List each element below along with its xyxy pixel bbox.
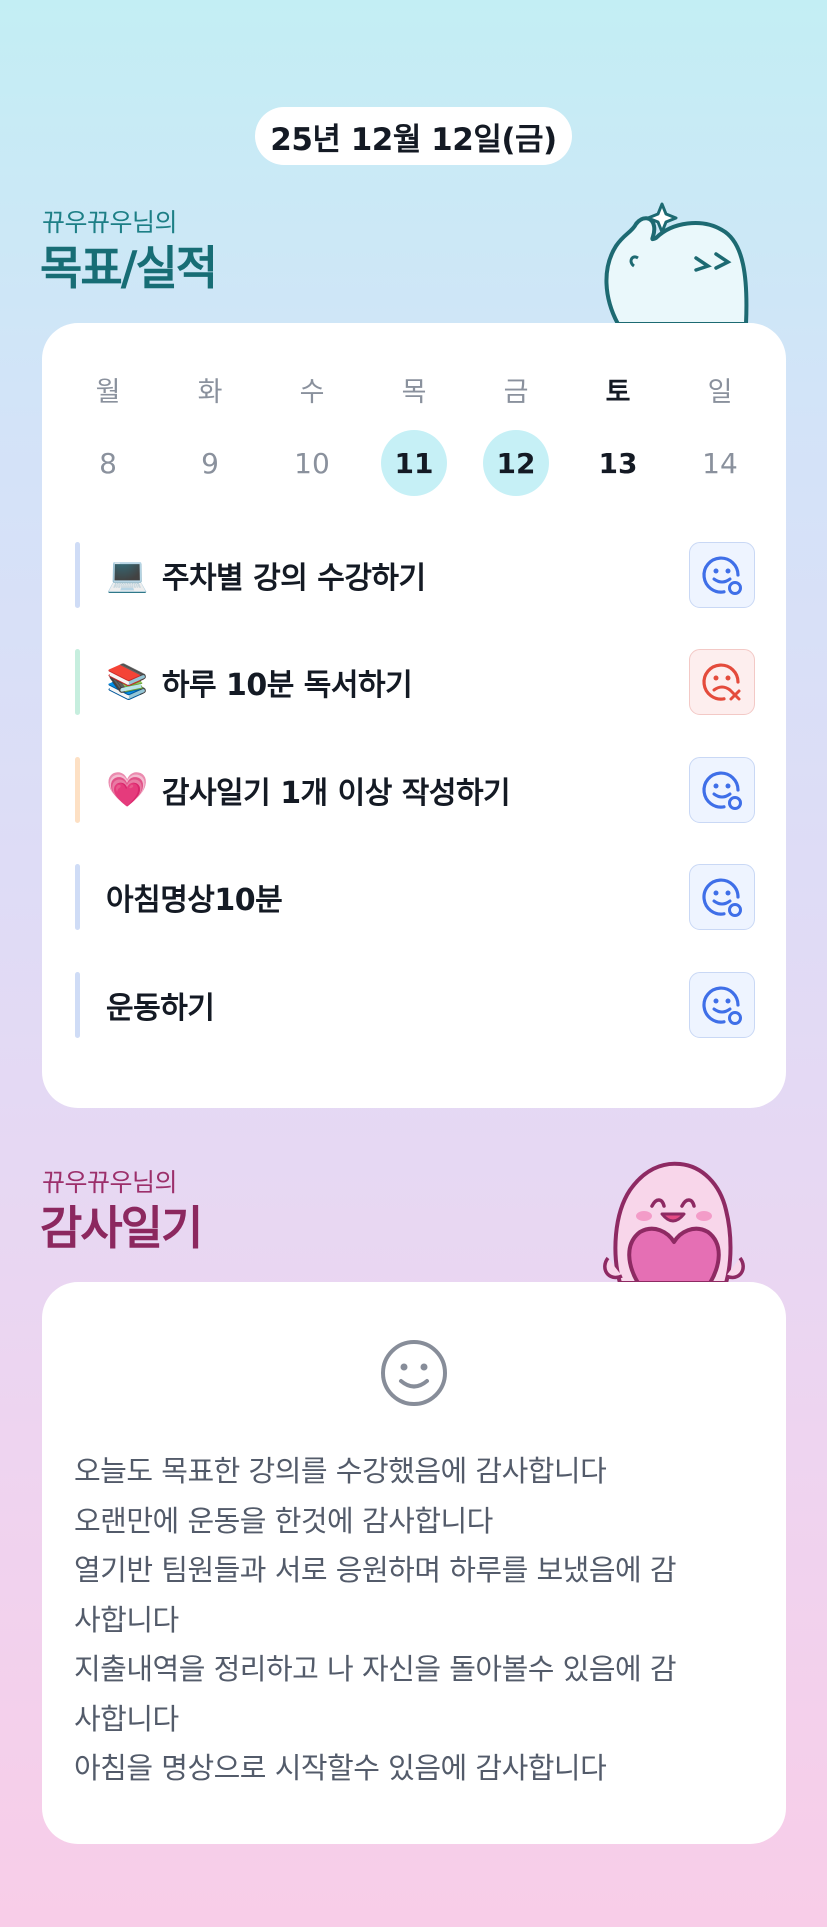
- weekday-label: 금: [503, 376, 529, 408]
- weekday-label: 토: [605, 376, 631, 408]
- ghost-character-image: [604, 202, 749, 324]
- diary-section-title: 감사일기: [40, 1201, 203, 1255]
- date-cell[interactable]: 11: [381, 430, 447, 496]
- date-cell[interactable]: 13: [585, 430, 651, 496]
- goal-item[interactable]: 아침명상10분: [75, 864, 755, 930]
- weekday-label: 수: [299, 376, 325, 408]
- date-cell[interactable]: 8: [75, 430, 141, 496]
- goal-label: 아침명상10분: [106, 883, 283, 918]
- diary-line: 사합니다: [74, 1701, 179, 1736]
- goal-label: 하루 10분 독서하기: [161, 668, 413, 703]
- weekday-label: 목: [401, 376, 427, 408]
- date-cell[interactable]: 9: [177, 430, 243, 496]
- date-cell[interactable]: 10: [279, 430, 345, 496]
- goal-emoji-icon: 💻: [106, 555, 148, 595]
- diary-card: 오늘도 목표한 강의를 수강했음에 감사합니다오랜만에 운동을 한것에 감사합니…: [42, 1282, 786, 1844]
- goal-label-row: 📚 하루 10분 독서하기: [106, 649, 413, 715]
- diary-line: 오늘도 목표한 강의를 수강했음에 감사합니다: [74, 1454, 607, 1488]
- goal-label-row: 아침명상10분: [106, 864, 283, 930]
- diary-line: 오랜만에 운동을 한것에 감사합니다: [74, 1503, 493, 1538]
- goal-label: 감사일기 1개 이상 작성하기: [161, 776, 511, 811]
- goal-success-button[interactable]: [689, 757, 755, 823]
- goal-label-row: 운동하기: [106, 972, 215, 1038]
- smile-check-icon: [702, 878, 742, 917]
- goal-color-bar: [75, 757, 80, 823]
- date-pill[interactable]: 25년 12월 12일(금): [255, 107, 572, 165]
- smiley-icon: [381, 1340, 447, 1406]
- goal-item[interactable]: 💗 감사일기 1개 이상 작성하기: [75, 757, 755, 823]
- goal-fail-button[interactable]: [689, 649, 755, 715]
- date-cell[interactable]: 12: [483, 430, 549, 496]
- smile-check-icon: [702, 771, 742, 810]
- goal-section-title: 목표/실적: [40, 241, 218, 295]
- goal-color-bar: [75, 972, 80, 1038]
- goal-success-button[interactable]: [689, 972, 755, 1038]
- goal-item[interactable]: 📚 하루 10분 독서하기: [75, 649, 755, 715]
- goal-color-bar: [75, 649, 80, 715]
- diary-line: 사합니다: [74, 1602, 179, 1637]
- date-cell[interactable]: 14: [687, 430, 753, 496]
- diary-content: 오늘도 목표한 강의를 수강했음에 감사합니다오랜만에 운동을 한것에 감사합니…: [74, 1447, 764, 1794]
- goal-color-bar: [75, 542, 80, 608]
- weekday-label: 화: [197, 376, 223, 408]
- diary-line: 지출내역을 정리하고 나 자신을 돌아볼수 있음에 감: [74, 1652, 677, 1686]
- smile-check-icon: [702, 556, 742, 595]
- smile-check-icon: [702, 986, 742, 1025]
- diary-line: 아침을 명상으로 시작할수 있음에 감사합니다: [74, 1751, 607, 1785]
- date-label: 25년 12월 12일(금): [270, 121, 557, 158]
- goal-success-button[interactable]: [689, 542, 755, 608]
- goal-emoji-icon: 💗: [106, 770, 148, 810]
- goal-color-bar: [75, 864, 80, 930]
- diary-line: 열기반 팀원들과 서로 응원하며 하루를 보냈음에 감: [74, 1553, 677, 1587]
- goal-card: 월 화 수 목 금 토 일 8 9 10 11 12 13 14 💻 주차별 강의 수강하기 📚 하루 10분…: [42, 323, 786, 1108]
- goal-emoji-icon: 📚: [106, 662, 148, 702]
- heart-character-image: [603, 1161, 745, 1283]
- sad-x-icon: [702, 663, 741, 701]
- goal-label-row: 💗 감사일기 1개 이상 작성하기: [106, 757, 511, 823]
- goal-success-button[interactable]: [689, 864, 755, 930]
- goal-label: 주차별 강의 수강하기: [161, 561, 426, 596]
- goal-item[interactable]: 운동하기: [75, 972, 755, 1038]
- weekday-label: 일: [707, 376, 733, 408]
- weekday-label: 월: [95, 376, 121, 408]
- goal-item[interactable]: 💻 주차별 강의 수강하기: [75, 542, 755, 608]
- goal-label-row: 💻 주차별 강의 수강하기: [106, 542, 426, 608]
- goal-label: 운동하기: [106, 991, 215, 1026]
